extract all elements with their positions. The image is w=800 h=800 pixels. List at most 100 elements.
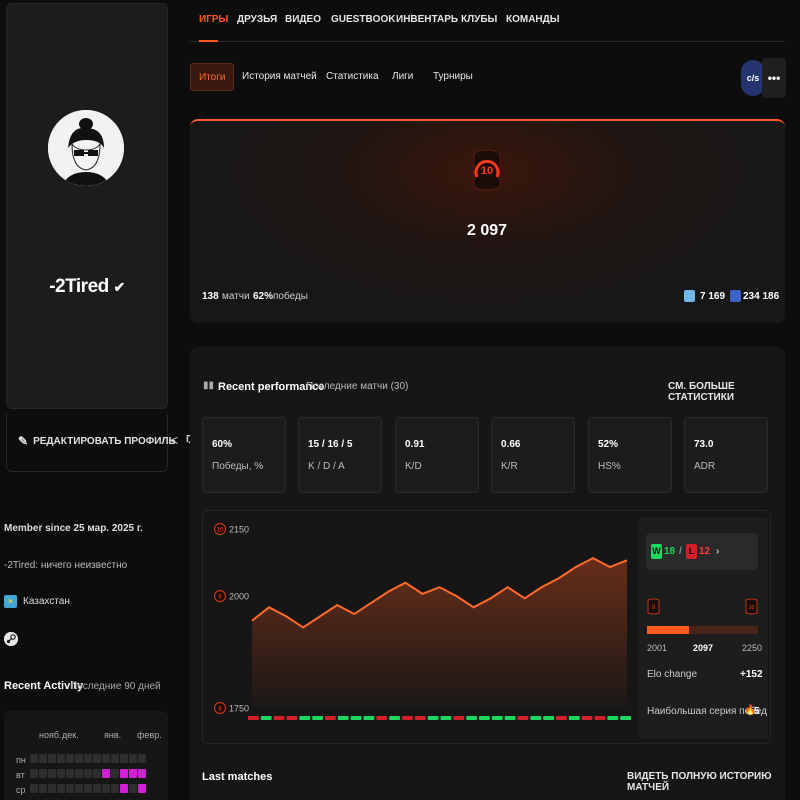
match-result-bar: [594, 716, 606, 720]
heatmap-cell: [111, 754, 119, 763]
nav-active-indicator: [199, 40, 218, 42]
elo-value: 2 097: [466, 222, 508, 239]
match-result-bar: [312, 716, 323, 720]
match-result-bar: [414, 716, 426, 720]
nav-friends[interactable]: ДРУЗЬЯ: [237, 14, 277, 25]
nav-clubs[interactable]: КЛУБЫ: [461, 14, 497, 25]
match-result-bar: [466, 716, 477, 720]
recent-activity-subtitle: Последние 90 дней: [70, 681, 161, 692]
match-result-bar: [568, 716, 580, 720]
month-label: дек.: [62, 730, 79, 740]
tab-statistics[interactable]: Статистика: [318, 63, 387, 91]
match-result-bar: [350, 716, 362, 720]
match-result-bar: [299, 716, 311, 720]
tab-summary[interactable]: Итоги: [190, 63, 235, 91]
heatmap-cell: [129, 754, 137, 763]
nav-teams[interactable]: КОМАНДЫ: [506, 14, 560, 25]
nav-guestbook[interactable]: GUESTBOOK: [331, 14, 395, 25]
matches-label: матчи: [222, 291, 250, 302]
stat-value: 73.0: [694, 439, 714, 450]
heatmap-cell: [111, 784, 119, 793]
stat-card: 0.91 K/D: [395, 417, 479, 493]
tab-match-history[interactable]: История матчей: [234, 63, 325, 91]
nav-video[interactable]: ВИДЕО: [285, 14, 321, 25]
day-label: пн: [16, 755, 26, 765]
edit-profile-button[interactable]: ✎ РЕДАКТИРОВАТЬ ПРОФИЛЬ ⌄: [18, 434, 195, 448]
month-label: янв.: [104, 730, 122, 740]
match-result-bar: [337, 716, 349, 720]
match-result-bar: [260, 716, 272, 720]
share-icon[interactable]: <: [170, 432, 178, 448]
losses-count: 12: [699, 546, 711, 557]
y-tick: 9 2000: [213, 590, 249, 603]
match-result-bar: [286, 716, 298, 720]
match-result-bar: [376, 716, 388, 720]
bar-chart-icon: ▮▮: [203, 380, 215, 391]
heatmap-cell: [93, 784, 101, 793]
heatmap-cell: [84, 754, 92, 763]
day-label: ср: [16, 785, 26, 795]
elo-progress-bar: [647, 626, 758, 634]
points-b-icon: [730, 290, 741, 302]
more-options-button[interactable]: •••: [762, 58, 786, 98]
stat-card: 60% Победы, %: [202, 417, 286, 493]
heatmap-cell: [129, 769, 137, 778]
edit-profile-label: РЕДАКТИРОВАТЬ ПРОФИЛЬ: [33, 435, 176, 447]
heatmap-cell: [129, 784, 137, 793]
elo-chart: 10 2150 9 2000 8 1750: [213, 522, 631, 720]
wl-separator: /: [679, 546, 682, 557]
heatmap-cell: [48, 769, 56, 778]
stat-label: HS%: [598, 461, 621, 472]
stat-label: K/D: [405, 461, 422, 472]
level-10-icon: 10: [745, 598, 758, 615]
heatmap-cell: [30, 754, 38, 763]
match-result-bar: [504, 716, 516, 720]
stat-value: 60%: [212, 439, 233, 450]
stat-value: 0.66: [501, 439, 521, 450]
y-tick: 8 1750: [213, 701, 249, 715]
match-result-bar: [440, 716, 452, 720]
heatmap-cell: [84, 784, 92, 793]
level-10-icon: 10: [473, 149, 501, 191]
elo-area: [252, 558, 627, 708]
match-result-bar: [607, 716, 619, 720]
bio: -2Tired: ничего неизвестно: [4, 560, 128, 571]
y-tick: 10 2150: [213, 522, 249, 536]
heatmap-cell: [66, 784, 74, 793]
wins-percent: 62%: [253, 291, 274, 302]
steam-icon[interactable]: [4, 632, 18, 646]
level-9-icon: 9: [647, 598, 660, 615]
heatmap-cell: [30, 769, 38, 778]
match-result-bar: [491, 716, 503, 720]
heatmap-cell: [39, 769, 47, 778]
match-result-bar: [389, 716, 400, 720]
nav-inventory[interactable]: ИНВЕНТАРЬ: [396, 14, 458, 25]
match-result-bar: [543, 716, 554, 720]
tab-leagues[interactable]: Лиги: [384, 63, 421, 91]
heatmap-cell: [84, 769, 92, 778]
full-history-link[interactable]: ВИДЕТЬ ПОЛНУЮ ИСТОРИЮ МАТЧЕЙ: [627, 771, 800, 793]
elo-change-label: Elo change: [647, 669, 698, 680]
points-b: 234 186: [743, 291, 780, 302]
more-stats-link[interactable]: СМ. БОЛЬШЕ СТАТИСТИКИ: [668, 381, 800, 403]
chevron-right-icon: ›: [716, 546, 720, 557]
country: Казахстан: [23, 596, 70, 607]
nav-games[interactable]: ИГРЫ: [199, 14, 228, 25]
loss-badge: L: [686, 544, 697, 559]
tab-tournaments[interactable]: Турниры: [425, 63, 481, 91]
points-icon: [684, 290, 695, 302]
heatmap-cell: [30, 784, 38, 793]
y-tick-label: 1750: [229, 704, 249, 714]
level-icon-label: 10: [217, 528, 224, 534]
heatmap-cell: [75, 769, 83, 778]
wins-label: победы: [273, 291, 308, 302]
heatmap-cell: [57, 784, 65, 793]
avatar[interactable]: [48, 110, 124, 186]
heatmap-cell: [48, 784, 56, 793]
month-label: февр.: [137, 730, 162, 740]
match-result-bar: [453, 716, 465, 720]
match-result-bar: [248, 716, 259, 720]
nickname: -2Tired ✔: [49, 276, 125, 297]
heatmap-cell: [120, 784, 128, 793]
matches-count: 138: [202, 291, 219, 302]
